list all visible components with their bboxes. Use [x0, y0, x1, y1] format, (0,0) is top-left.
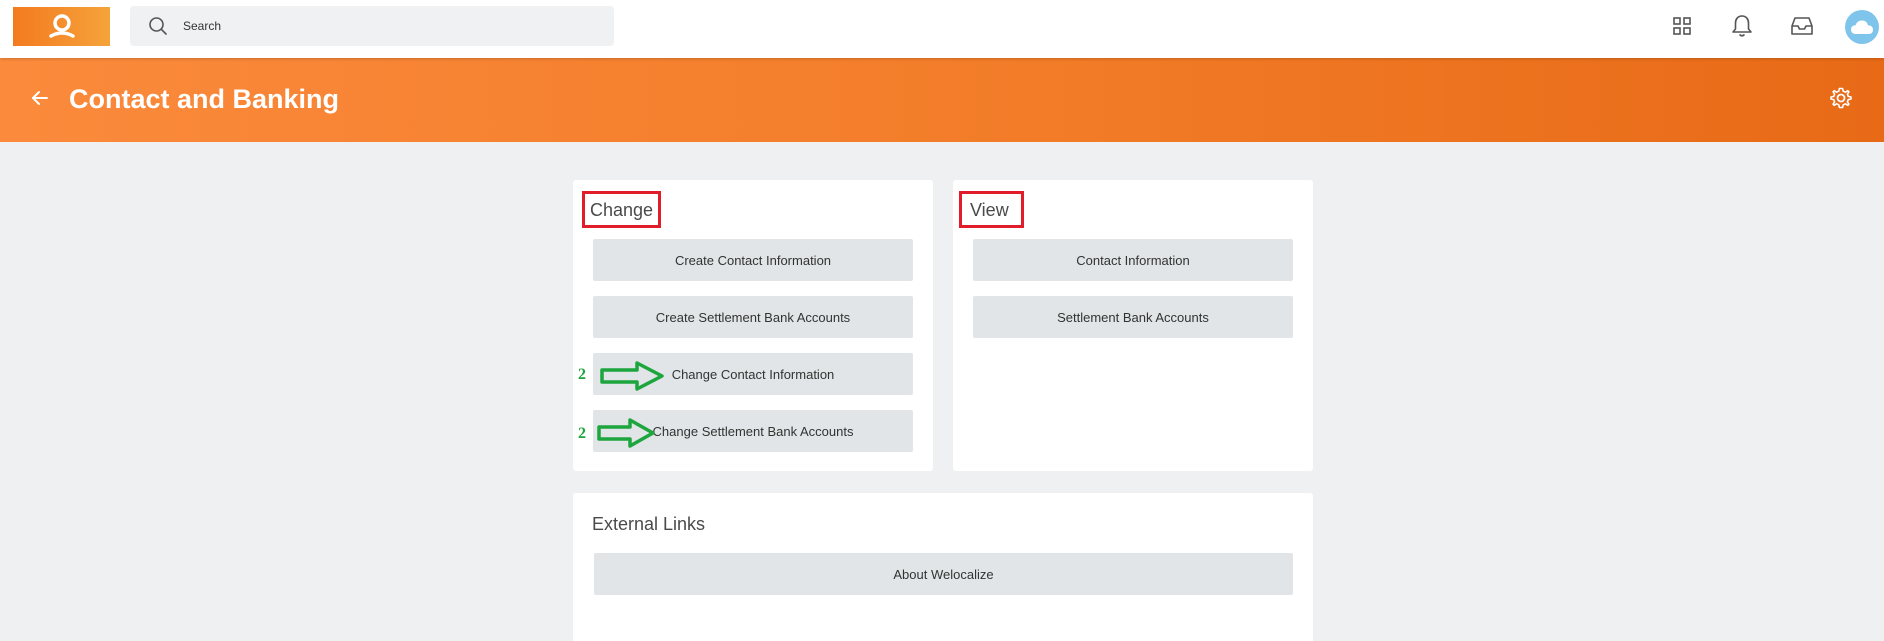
search-placeholder: Search [183, 19, 222, 33]
page-title: Contact and Banking [69, 84, 340, 114]
annotation-arrow-icon [600, 361, 664, 391]
highlight-box-change [582, 191, 661, 228]
apps-grid-icon [1673, 17, 1691, 35]
about-welocalize-button[interactable]: About Welocalize [594, 553, 1293, 595]
cloud-icon [1851, 20, 1873, 34]
workday-logo[interactable] [13, 7, 110, 46]
top-navigation-bar: Search [0, 0, 1884, 58]
gear-icon[interactable] [1829, 86, 1853, 110]
annotation-number: 2 [578, 425, 586, 442]
search-icon [149, 17, 167, 35]
highlight-box-view [959, 191, 1024, 228]
apps-grid-button[interactable] [1666, 10, 1698, 42]
inbox-button[interactable] [1786, 10, 1818, 42]
view-settlement-bank-accounts-button[interactable]: Settlement Bank Accounts [973, 296, 1293, 338]
external-links-card: External Links About Welocalize [573, 493, 1313, 641]
annotation-arrow-icon [597, 418, 655, 448]
back-arrow-icon[interactable] [30, 88, 50, 108]
notification-bell-icon [1732, 15, 1752, 37]
user-avatar[interactable] [1845, 10, 1879, 44]
search-input[interactable]: Search [130, 6, 614, 46]
create-settlement-bank-accounts-button[interactable]: Create Settlement Bank Accounts [593, 296, 913, 338]
logo-icon [48, 13, 75, 38]
external-links-title: External Links [592, 514, 706, 534]
view-card: View Contact Information Settlement Bank… [953, 180, 1313, 471]
annotation-number: 2 [578, 366, 586, 383]
notifications-button[interactable] [1726, 10, 1758, 42]
view-contact-information-button[interactable]: Contact Information [973, 239, 1293, 281]
create-contact-information-button[interactable]: Create Contact Information [593, 239, 913, 281]
page-header-banner: Contact and Banking [0, 58, 1884, 142]
inbox-icon [1791, 17, 1813, 35]
